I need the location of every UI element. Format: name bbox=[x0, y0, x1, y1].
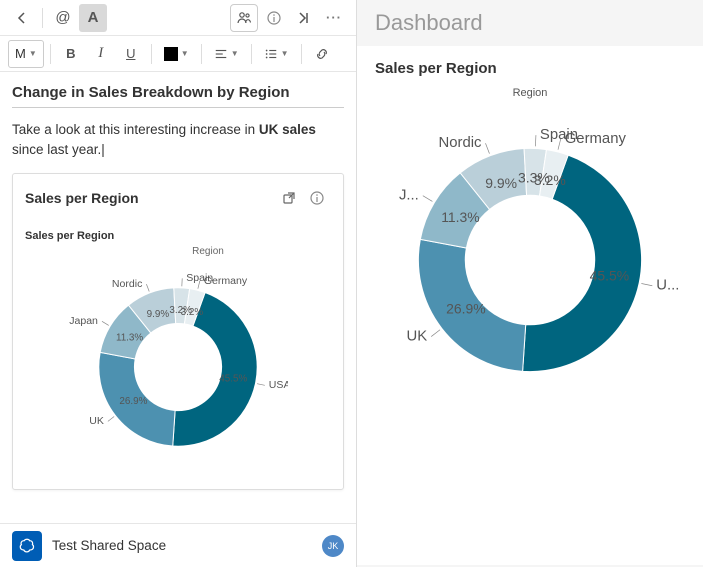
separator bbox=[50, 44, 51, 64]
share-icon[interactable] bbox=[275, 184, 303, 212]
dashboard-body: Sales per Region Region 45.5% 26.9% 11.3% 9… bbox=[357, 46, 703, 565]
people-button[interactable] bbox=[230, 4, 258, 32]
space-name[interactable]: Test Shared Space bbox=[52, 538, 312, 553]
text-mode-button[interactable]: A bbox=[79, 4, 107, 32]
value-label: 45.5% bbox=[219, 373, 247, 384]
value-label: 11.3% bbox=[441, 209, 479, 225]
category-label: Japan bbox=[69, 315, 98, 327]
separator bbox=[151, 44, 152, 64]
category-label: U... bbox=[656, 278, 679, 294]
chart-subtitle: Sales per Region bbox=[25, 230, 331, 242]
value-label: 11.3% bbox=[116, 332, 143, 343]
separator bbox=[201, 44, 202, 64]
back-button[interactable] bbox=[8, 4, 36, 32]
separator bbox=[251, 44, 252, 64]
mention-button[interactable]: @ bbox=[49, 4, 77, 32]
category-label: USA bbox=[269, 379, 288, 391]
list-select[interactable]: ▼ bbox=[258, 40, 295, 68]
dashboard-chart-title: Sales per Region bbox=[375, 60, 685, 77]
category-label: Nordic bbox=[439, 135, 483, 151]
footer-bar: Test Shared Space JK bbox=[0, 523, 356, 567]
editor-panel: @ A ··· M▼ B I U ▼ ▼ ▼ Change in Sales B… bbox=[0, 0, 357, 567]
separator bbox=[42, 8, 43, 28]
card-title: Sales per Region bbox=[25, 190, 275, 206]
goto-end-button[interactable] bbox=[290, 4, 318, 32]
donut-chart-large[interactable]: 45.5%26.9%11.3%9.9%3.3%3.2%U...UKJ...Nor… bbox=[375, 105, 685, 415]
dashboard-panel: Dashboard Sales per Region Region 45.5% 2… bbox=[357, 0, 703, 567]
category-label: UK bbox=[89, 415, 104, 427]
dashboard-legend-title: Region bbox=[375, 87, 685, 99]
category-label: J... bbox=[399, 188, 419, 204]
value-label: 3.2% bbox=[534, 172, 566, 188]
color-swatch bbox=[164, 47, 178, 61]
bold-button[interactable]: B bbox=[57, 40, 85, 68]
underline-button[interactable]: U bbox=[117, 40, 145, 68]
value-label: 9.9% bbox=[147, 308, 170, 319]
separator bbox=[301, 44, 302, 64]
category-label: UK bbox=[407, 329, 428, 345]
donut-chart-small[interactable]: 45.5%26.9%11.3%9.9%3.2%3.2%USAUKJapanNor… bbox=[25, 257, 331, 477]
category-label: Germany bbox=[204, 274, 248, 286]
info-icon[interactable] bbox=[303, 184, 331, 212]
value-label: 9.9% bbox=[485, 175, 517, 191]
toolbar-primary: @ A ··· bbox=[0, 0, 356, 36]
value-label: 45.5% bbox=[590, 267, 630, 283]
align-select[interactable]: ▼ bbox=[208, 40, 245, 68]
note-heading[interactable]: Change in Sales Breakdown by Region bbox=[12, 84, 344, 108]
italic-button[interactable]: I bbox=[87, 40, 115, 68]
text-color-select[interactable]: ▼ bbox=[158, 40, 195, 68]
embedded-chart-card: Sales per Region Sales per Region Region… bbox=[12, 173, 344, 490]
editor-content[interactable]: Change in Sales Breakdown by Region Take… bbox=[0, 72, 356, 523]
paragraph-style-select[interactable]: M▼ bbox=[8, 40, 44, 68]
info-button[interactable] bbox=[260, 4, 288, 32]
legend-title: Region bbox=[85, 246, 331, 257]
category-label: Nordic bbox=[112, 277, 142, 289]
dashboard-title: Dashboard bbox=[357, 0, 703, 46]
toolbar-format: M▼ B I U ▼ ▼ ▼ bbox=[0, 36, 356, 72]
value-label: 26.9% bbox=[119, 396, 147, 407]
note-paragraph[interactable]: Take a look at this interesting increase… bbox=[12, 120, 344, 161]
text-cursor: | bbox=[101, 142, 105, 157]
link-button[interactable] bbox=[308, 40, 336, 68]
value-label: 3.2% bbox=[181, 306, 204, 317]
value-label: 26.9% bbox=[446, 300, 486, 316]
card-header: Sales per Region bbox=[13, 174, 343, 222]
more-button[interactable]: ··· bbox=[320, 4, 348, 32]
category-label: Germany bbox=[565, 131, 627, 147]
space-icon[interactable] bbox=[12, 531, 42, 561]
user-avatar[interactable]: JK bbox=[322, 535, 344, 557]
